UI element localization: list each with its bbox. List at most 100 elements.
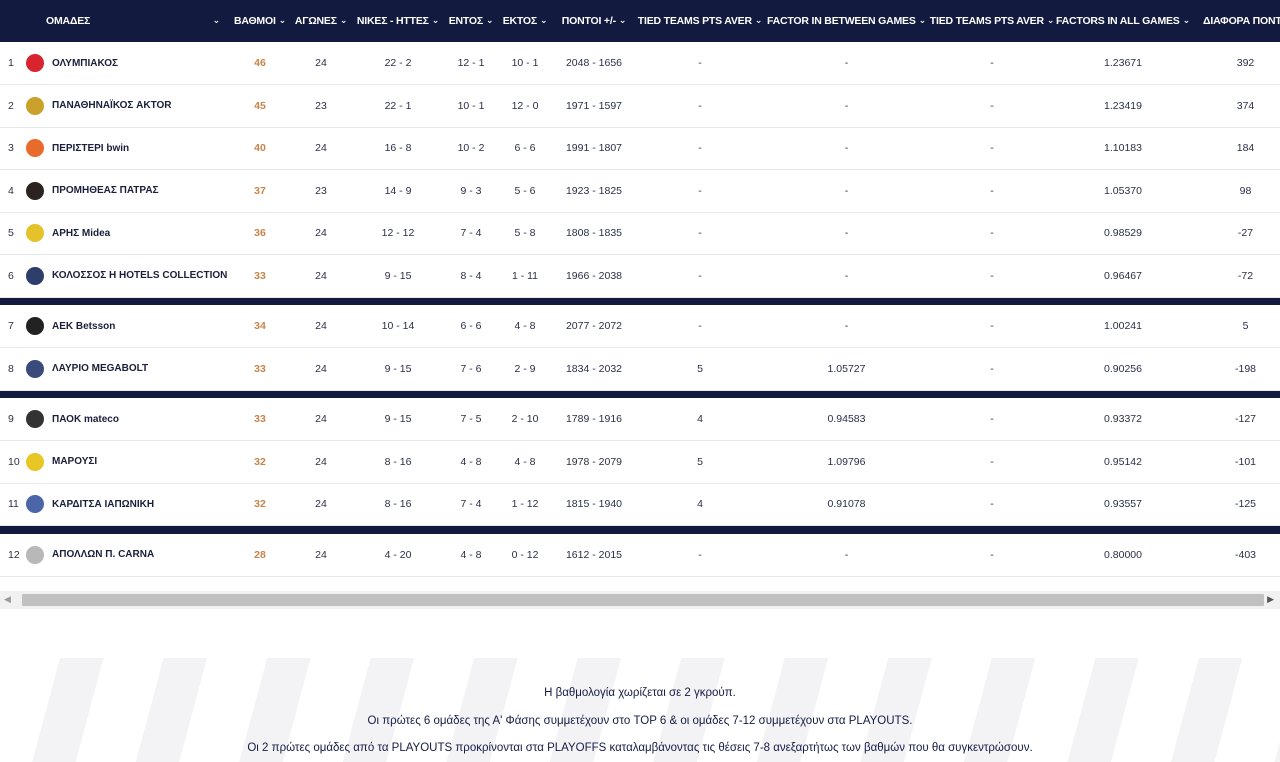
column-header-tied-pts-aver[interactable]: TIED TEAMS PTS AVER ⌄ xyxy=(636,0,764,42)
chevron-down-icon: ⌄ xyxy=(754,15,763,25)
table-row: 3 ΠΕΡΙΣΤΕΡΙ bwin 40 24 16 - 8 10 - 2 6 - 6 1991… xyxy=(0,127,1280,170)
team-name[interactable]: ΠΑΝΑΘΗΝΑΪΚΟΣ AKTOR xyxy=(52,100,172,111)
point-diff-cell: -72 xyxy=(1237,269,1254,282)
column-header-team[interactable]: ΟΜΑΔΕΣ ⌄ xyxy=(0,0,230,42)
points-cell: 33 xyxy=(254,413,266,425)
team-cell[interactable]: ΟΛΥΜΠΙΑΚΟΣ xyxy=(26,42,230,85)
table-row: 12 ΑΠΟΛΛΩΝ Π. CARNA 28 24 4 - 20 4 - 8 0 - 12 1… xyxy=(0,534,1280,577)
arrow-left-icon[interactable]: ◀ xyxy=(4,594,11,605)
games-cell: 24 xyxy=(315,413,327,425)
home-cell: 4 - 8 xyxy=(460,548,482,561)
tied-pts-aver-2-cell: - xyxy=(990,269,994,282)
games-cell: 24 xyxy=(315,455,327,468)
tied-pts-aver-cell: 4 xyxy=(697,498,703,511)
team-logo-icon xyxy=(26,410,44,428)
team-cell[interactable]: ΑΕΚ Betsson xyxy=(26,305,230,348)
points-cell: 34 xyxy=(254,320,266,332)
column-header-tied-pts-aver-2[interactable]: TIED TEAMS PTS AVER ⌄ xyxy=(929,0,1055,42)
team-name[interactable]: ΑΕΚ Betsson xyxy=(52,321,115,332)
team-name[interactable]: ΚΟΛΟΣΣΟΣ H HOTELS COLLECTION xyxy=(52,270,227,281)
wins-losses-cell: 9 - 15 xyxy=(384,269,412,282)
points-cell: 32 xyxy=(254,498,266,511)
home-cell: 7 - 5 xyxy=(460,413,482,425)
tied-pts-aver-cell: - xyxy=(698,227,702,240)
team-name[interactable]: ΛΑΥΡΙΟ MEGABOLT xyxy=(52,363,148,374)
team-cell[interactable]: ΠΡΟΜΗΘΕΑΣ ΠΑΤΡΑΣ xyxy=(26,170,230,213)
team-name[interactable]: ΠΕΡΙΣΤΕΡΙ bwin xyxy=(52,143,129,154)
team-name[interactable]: ΜΑΡΟΥΣΙ xyxy=(52,456,97,467)
position-cell: 3 xyxy=(8,142,14,155)
standings-table-container: ΟΜΑΔΕΣ ⌄ ΒΑΘΜΟΙ ⌄ ΑΓΩΝΕΣ ⌄ ΝΙΚΕΣ - ΗΤΤΕΣ ⌄ Ε… xyxy=(0,0,1280,590)
factor-between-cell: - xyxy=(844,227,849,240)
tied-pts-aver-cell: - xyxy=(698,142,702,155)
column-header-home[interactable]: ΕΝΤΟΣ ⌄ xyxy=(444,0,498,42)
note-line: Η βαθμολογία χωρίζεται σε 2 γκρούπ. xyxy=(544,687,736,699)
team-name[interactable]: ΑΠΟΛΛΩΝ Π. CARNA xyxy=(52,549,154,560)
column-header-points[interactable]: ΒΑΘΜΟΙ ⌄ xyxy=(230,0,290,42)
team-logo-icon xyxy=(26,545,44,564)
table-row: 1 ΟΛΥΜΠΙΑΚΟΣ 46 24 22 - 2 12 - 1 10 - 1 2048 - … xyxy=(0,42,1280,85)
column-header-games[interactable]: ΑΓΩΝΕΣ ⌄ xyxy=(290,0,352,42)
column-header-point-diff[interactable]: ΔΙΑΦΟΡΑ ΠΟΝΤΩΝ xyxy=(1191,0,1280,42)
score-cell: 2077 - 2072 xyxy=(565,320,623,332)
team-logo-icon xyxy=(26,181,44,200)
wins-losses-cell: 10 - 14 xyxy=(381,320,415,332)
team-cell[interactable]: ΑΡΗΣ Midea xyxy=(26,212,230,255)
position-cell: 4 xyxy=(8,184,14,197)
away-cell: 1 - 11 xyxy=(511,269,539,282)
away-cell: 1 - 12 xyxy=(511,498,539,511)
column-header-factor-between[interactable]: FACTOR IN BETWEEN GAMES ⌄ xyxy=(764,0,929,42)
team-cell[interactable]: ΚΟΛΟΣΣΟΣ H HOTELS COLLECTION xyxy=(26,255,230,298)
factors-all-cell: 0.98529 xyxy=(1104,227,1142,240)
team-cell[interactable]: ΠΑΟΚ mateco xyxy=(26,398,230,441)
team-logo-icon xyxy=(26,452,44,471)
note-line: Οι 2 πρώτες ομάδες από τα PLAYOUTS προκρ… xyxy=(247,742,1033,754)
point-diff-cell: -198 xyxy=(1234,362,1256,375)
point-diff-cell: -403 xyxy=(1234,548,1256,561)
table-row: 7 ΑΕΚ Betsson 34 24 10 - 14 6 - 6 4 - 8 2077 - … xyxy=(0,305,1280,348)
horizontal-scrollbar[interactable]: ◀ ▶ xyxy=(0,591,1280,609)
points-cell: 40 xyxy=(254,142,266,155)
tied-pts-aver-cell: 5 xyxy=(697,362,703,375)
chevron-down-icon: ⌄ xyxy=(539,15,548,25)
tied-pts-aver-2-cell: - xyxy=(990,548,994,561)
games-cell: 24 xyxy=(315,227,327,240)
team-name[interactable]: ΚΑΡΔΙΤΣΑ ΙΑΠΩΝΙΚΗ xyxy=(52,499,154,510)
position-cell: 11 xyxy=(8,498,19,511)
scrollbar-thumb[interactable] xyxy=(22,594,1264,606)
point-diff-cell: -125 xyxy=(1234,498,1256,511)
column-header-away[interactable]: ΕΚΤΟΣ ⌄ xyxy=(498,0,552,42)
team-logo-icon xyxy=(26,266,44,285)
tied-pts-aver-cell: - xyxy=(698,269,702,282)
games-cell: 24 xyxy=(315,142,327,155)
score-cell: 1966 - 2038 xyxy=(565,269,623,282)
home-cell: 12 - 1 xyxy=(457,57,485,69)
team-name[interactable]: ΠΑΟΚ mateco xyxy=(52,414,119,425)
team-cell[interactable]: ΑΠΟΛΛΩΝ Π. CARNA xyxy=(26,534,230,577)
position-cell: 2 xyxy=(8,99,14,112)
away-cell: 2 - 9 xyxy=(514,362,536,375)
team-logo-icon xyxy=(26,139,44,158)
team-name[interactable]: ΑΡΗΣ Midea xyxy=(52,228,110,239)
team-cell[interactable]: ΛΑΥΡΙΟ MEGABOLT xyxy=(26,348,230,391)
column-header-factors-all[interactable]: FACTORS IN ALL GAMES ⌄ xyxy=(1055,0,1191,42)
column-header-score[interactable]: ΠΟΝΤΟΙ +/- ⌄ xyxy=(552,0,636,42)
team-cell[interactable]: ΚΑΡΔΙΤΣΑ ΙΑΠΩΝΙΚΗ xyxy=(26,483,230,526)
points-cell: 45 xyxy=(254,99,266,112)
wins-losses-cell: 22 - 1 xyxy=(384,99,412,112)
factor-between-cell: 0.91078 xyxy=(827,498,866,511)
team-cell[interactable]: ΜΑΡΟΥΣΙ xyxy=(26,441,230,484)
away-cell: 4 - 8 xyxy=(514,320,536,332)
arrow-right-icon[interactable]: ▶ xyxy=(1267,594,1274,605)
column-header-wins-losses[interactable]: ΝΙΚΕΣ - ΗΤΤΕΣ ⌄ xyxy=(352,0,444,42)
team-name[interactable]: ΟΛΥΜΠΙΑΚΟΣ xyxy=(52,58,118,69)
games-cell: 23 xyxy=(315,99,327,112)
team-name[interactable]: ΠΡΟΜΗΘΕΑΣ ΠΑΤΡΑΣ xyxy=(52,185,159,196)
position-cell: 5 xyxy=(8,227,14,240)
team-cell[interactable]: ΠΕΡΙΣΤΕΡΙ bwin xyxy=(26,127,230,170)
team-cell[interactable]: ΠΑΝΑΘΗΝΑΪΚΟΣ AKTOR xyxy=(26,85,230,128)
tied-pts-aver-cell: - xyxy=(698,99,702,112)
home-cell: 7 - 6 xyxy=(460,362,482,375)
away-cell: 0 - 12 xyxy=(511,548,539,561)
factors-all-cell: 0.93557 xyxy=(1104,498,1142,511)
